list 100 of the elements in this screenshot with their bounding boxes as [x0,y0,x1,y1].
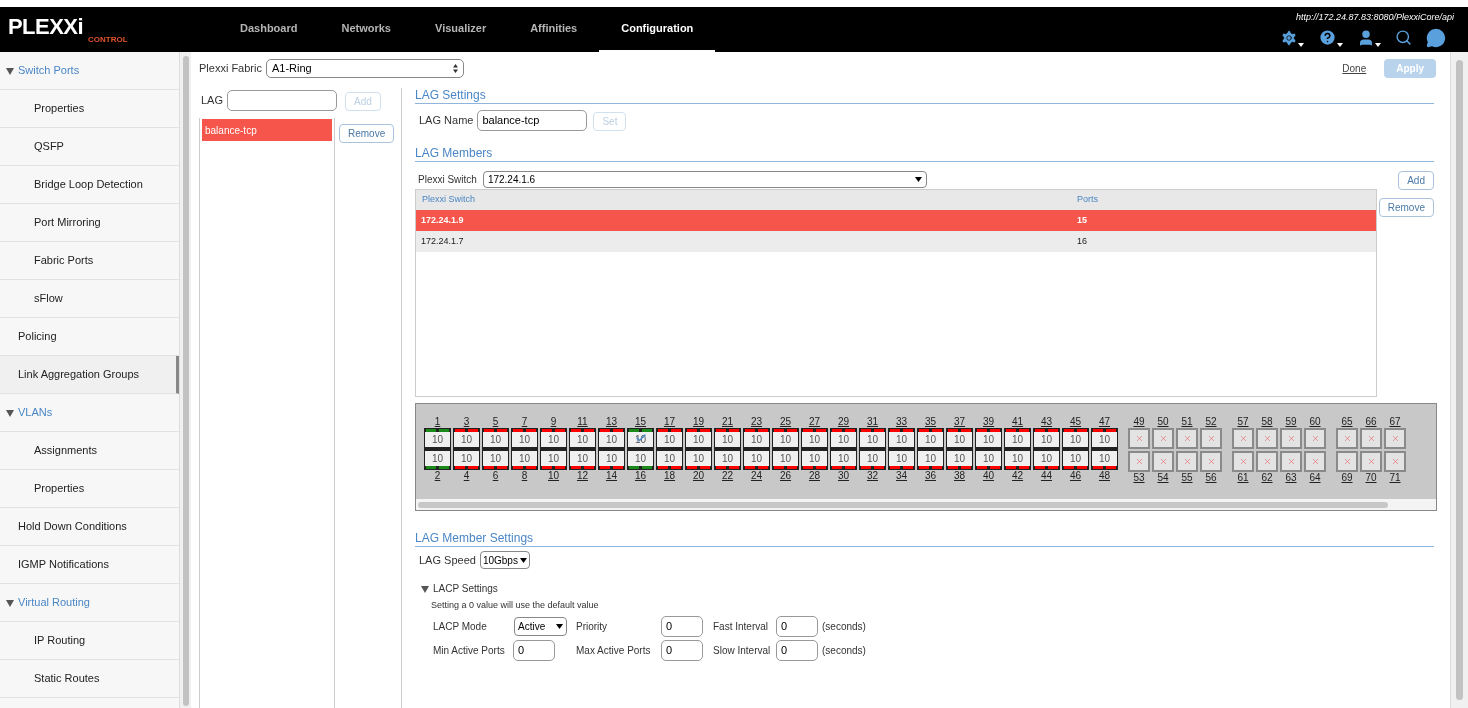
switch-port[interactable]: 10 [743,428,770,448]
nav-tab[interactable]: Configuration [599,7,716,52]
switch-port[interactable]: 10 [946,450,973,470]
field-label: Max Active Ports [576,643,652,658]
x-icon [1366,434,1376,443]
max-active-ports-field[interactable]: 0 [661,639,703,661]
nav-tab[interactable]: Networks [319,7,413,52]
switch-port[interactable]: 10 [801,450,828,470]
switch-port[interactable]: 10 [1004,428,1031,448]
switch-port[interactable]: 10 [975,450,1002,470]
lacp-mode-select[interactable]: Active [514,616,567,636]
remove-button[interactable]: Remove [339,124,395,143]
switch-port[interactable]: 10 [801,428,828,448]
switch-port[interactable]: 10 [540,428,567,448]
table-row[interactable]: 172.24.1.7 16 [416,231,1376,252]
fast-interval-field[interactable]: 0 [776,615,818,637]
nav-tab[interactable]: Visualizer [413,7,509,52]
x-icon [1342,457,1352,466]
switch-port[interactable]: 10 [772,450,799,470]
lag-name-field[interactable]: balance-tcp [477,109,588,131]
field-label: LACP Mode [433,619,488,634]
switch-port[interactable]: 10 [511,450,538,470]
switch-port[interactable]: 10 [424,428,451,448]
switch-port[interactable]: 10 [453,450,480,470]
switch-port[interactable]: 10 [946,428,973,448]
switch-port[interactable]: 10 [656,450,683,470]
settings-button[interactable] [1280,28,1304,47]
expanded-triangle-icon[interactable] [6,408,14,417]
scrollbar-thumb[interactable] [1456,60,1463,700]
switch-port[interactable]: 10 [598,450,625,470]
x-icon [1286,457,1296,466]
port-number: 12 [576,470,589,482]
switch-port[interactable]: 10 [1004,450,1031,470]
priority-field[interactable]: 0 [661,615,703,637]
nav-tab[interactable]: Dashboard [218,7,320,52]
lag-speed-select[interactable]: 10Gbps [479,551,530,569]
x-icon [1366,457,1376,466]
switch-port[interactable]: 10 [917,428,944,448]
switch-port[interactable]: 10 [888,450,915,470]
switch-port[interactable]: 10 [1062,428,1089,448]
switch-port[interactable]: 10 [1033,428,1060,448]
switch-port[interactable]: 10 [1091,428,1118,448]
switch-port[interactable]: 10 [888,428,915,448]
switch-port[interactable]: 10 [569,428,596,448]
switch-port[interactable]: 10 [830,450,857,470]
port-number: 36 [924,470,937,482]
switch-select[interactable]: 172.24.1.6 [482,170,927,188]
user-button[interactable] [1357,28,1381,47]
expanded-triangle-icon[interactable] [6,66,14,75]
switch-port[interactable]: 10 [743,450,770,470]
expanded-triangle-icon[interactable] [421,584,429,593]
lacp-settings-title[interactable]: LACP Settings [433,581,498,596]
port-number: 26 [779,470,792,482]
expanded-triangle-icon[interactable] [6,598,14,607]
add-button[interactable]: Add [1398,171,1434,190]
fabric-select[interactable]: A1-Ring [265,58,464,78]
switch-port[interactable]: 10 [424,450,451,470]
switch-port[interactable]: 10 [511,428,538,448]
switch-port[interactable]: 10 [859,428,886,448]
switch-port[interactable]: 10 [830,428,857,448]
switch-port[interactable]: 10 [482,428,509,448]
remove-button[interactable]: Remove [1378,198,1434,217]
switch-port[interactable]: 10 [482,450,509,470]
switch-port[interactable]: 10 [540,450,567,470]
switch-port[interactable]: 10 [975,428,1002,448]
x-icon [1134,434,1144,443]
help-button[interactable] [1318,28,1343,48]
slow-interval-field[interactable]: 0 [776,639,818,661]
x-icon [1206,434,1216,443]
port-number: 52 [1205,416,1217,428]
chat-button[interactable] [1426,27,1446,48]
switch-port[interactable]: 10 [1091,450,1118,470]
port-number: 14 [605,470,618,482]
switch-port[interactable]: 10 [1033,450,1060,470]
switch-port[interactable]: 10 [772,428,799,448]
nav-tab[interactable]: Affinities [508,7,600,52]
switch-port[interactable]: 10 [714,450,741,470]
switch-port[interactable]: 10 [1062,450,1089,470]
sidebar-item[interactable]: Link Aggregation Groups [0,356,179,394]
caret-icon [519,557,527,563]
switch-port[interactable]: 10 [685,428,712,448]
lag-name-field[interactable] [227,89,337,111]
switch-port[interactable]: 10 [569,450,596,470]
scrollbar-thumb[interactable] [182,56,189,706]
scrollbar-thumb[interactable] [418,501,1388,508]
switch-port[interactable]: 10 [714,428,741,448]
search-button[interactable] [1395,29,1412,47]
min-active-ports-field[interactable]: 0 [513,639,555,661]
switch-port[interactable]: 10 [656,428,683,448]
switch-port[interactable]: 10 [453,428,480,448]
done-link[interactable]: Done [1342,60,1367,76]
field-label: Priority [576,619,609,634]
switch-port[interactable]: 10 [859,450,886,470]
port-number: 23 [750,416,763,428]
switch-port[interactable]: 10 [685,450,712,470]
switch-port[interactable]: 10 [627,450,654,470]
switch-port[interactable]: 10 [598,428,625,448]
port-number: 58 [1261,416,1273,428]
x-icon [1390,434,1400,443]
switch-port[interactable]: 10 [917,450,944,470]
